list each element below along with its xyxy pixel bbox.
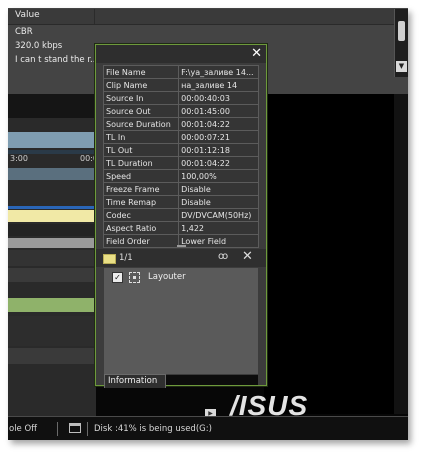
close-icon[interactable]: ✕	[251, 46, 262, 61]
table-row: Aspect Ratio 1,422	[102, 221, 259, 235]
property-value-line: I can t stand the r...	[15, 55, 99, 65]
info-value: Lower Field	[178, 234, 259, 248]
timeline-track	[8, 180, 96, 206]
info-value: 00:01:04:22	[178, 117, 259, 131]
splitter-grip[interactable]	[177, 245, 186, 247]
ruler-time-label: 3:00	[10, 154, 28, 163]
video-clip[interactable]	[8, 210, 96, 222]
info-value: 100,00%	[178, 169, 259, 183]
table-row: Clip Name на_заливе 14	[102, 78, 259, 92]
info-value: 00:01:45:00	[178, 104, 259, 118]
info-value: F:\уа_заливе 14...	[178, 65, 259, 79]
info-key: Aspect Ratio	[102, 221, 180, 235]
status-divider	[87, 422, 88, 436]
table-row: Speed 100,00%	[102, 169, 259, 183]
disk-usage-text: Disk :41% is being used(G:)	[94, 424, 212, 434]
table-row: Source Out 00:01:45:00	[102, 104, 259, 118]
page-count: 1/1	[119, 253, 133, 263]
property-value-line: 320.0 kbps	[15, 41, 63, 51]
timeline-header-band[interactable]	[8, 132, 96, 148]
status-bar: ole Off Disk :41% is being used(G:)	[8, 416, 408, 440]
timeline-track	[8, 316, 96, 346]
information-window: ✕ File Name F:\уа_заливе 14... Clip Name н…	[95, 44, 267, 388]
info-value: Disable	[178, 182, 259, 196]
timeline-track	[8, 94, 96, 118]
layouter-icon	[129, 272, 140, 283]
info-value: 00:00:07:21	[178, 130, 259, 144]
clip-info-table: File Name F:\уа_заливе 14... Clip Name на_…	[102, 65, 259, 248]
list-item-label: Layouter	[148, 272, 186, 282]
info-key: Field Order	[102, 234, 180, 248]
info-value: 00:01:12:18	[178, 143, 259, 157]
info-key: TL In	[102, 130, 180, 144]
info-key: Source Out	[102, 104, 180, 118]
desktop-background	[264, 94, 408, 414]
info-key: File Name	[102, 65, 180, 79]
properties-scrollbar[interactable]: ▼	[394, 9, 408, 77]
timeline-track	[8, 268, 96, 282]
info-value: 00:00:40:03	[178, 91, 259, 105]
tab-bar: Information	[104, 374, 258, 388]
table-row: Freeze Frame Disable	[102, 182, 259, 196]
audio-clip[interactable]	[8, 298, 96, 312]
timeline-area	[8, 94, 96, 440]
table-row: TL Out 00:01:12:18	[102, 143, 259, 157]
scrollbar-thumb[interactable]	[398, 21, 405, 41]
checkbox-icon[interactable]: ✓	[112, 272, 123, 283]
table-row: Source In 00:00:40:03	[102, 91, 259, 105]
table-row: Source Duration 00:01:04:22	[102, 117, 259, 131]
folder-icon[interactable]	[103, 254, 116, 264]
timeline-track	[8, 348, 96, 364]
info-value: 1,422	[178, 221, 259, 235]
info-value: Disable	[178, 195, 259, 209]
info-value: 00:01:04:22	[178, 156, 259, 170]
info-value: на_заливе 14	[178, 78, 259, 92]
scroll-down-arrow-icon[interactable]: ▼	[396, 61, 407, 72]
info-key: Source Duration	[102, 117, 180, 131]
column-divider[interactable]	[94, 9, 95, 24]
timeline-marker-line	[8, 206, 96, 209]
desktop-screen: Value CBR 320.0 kbps I can t stand the r…	[8, 8, 408, 440]
effects-list: ✓ Layouter	[104, 268, 258, 374]
info-key: Time Remap	[102, 195, 180, 209]
table-row: Codec DV/DVCAM(50Hz)	[102, 208, 259, 222]
monitor-icon[interactable]	[69, 423, 81, 433]
time-ruler[interactable]	[8, 168, 96, 180]
table-row: File Name F:\уа_заливе 14...	[102, 65, 259, 79]
value-column-header: Value	[15, 10, 40, 20]
timeline-track	[8, 368, 96, 408]
info-key: Clip Name	[102, 78, 180, 92]
info-key: Codec	[102, 208, 180, 222]
info-key: Speed	[102, 169, 180, 183]
timeline-track	[8, 224, 96, 236]
timeline-track	[8, 250, 96, 266]
tab-label: Information	[108, 376, 158, 386]
status-divider	[57, 422, 58, 436]
property-value-line: CBR	[15, 27, 33, 37]
info-value: DV/DVCAM(50Hz)	[178, 208, 259, 222]
table-row: TL Duration 00:01:04:22	[102, 156, 259, 170]
info-key: TL Out	[102, 143, 180, 157]
status-console-text: ole Off	[9, 424, 38, 434]
vertical-scrollbar[interactable]	[394, 94, 408, 414]
timeline-track[interactable]	[8, 238, 96, 248]
info-key: Freeze Frame	[102, 182, 180, 196]
tab-information[interactable]: Information	[104, 374, 166, 388]
effects-toolbar: 1/1 ꝏ ✕	[96, 249, 266, 267]
table-row: TL In 00:00:07:21	[102, 130, 259, 144]
table-row: Time Remap Disable	[102, 195, 259, 209]
delete-icon[interactable]: ✕	[242, 250, 253, 264]
info-key: TL Duration	[102, 156, 180, 170]
binoculars-icon[interactable]: ꝏ	[218, 251, 228, 262]
window-titlebar[interactable]: ✕	[96, 45, 266, 63]
info-key: Source In	[102, 91, 180, 105]
properties-header: Value	[8, 9, 394, 25]
